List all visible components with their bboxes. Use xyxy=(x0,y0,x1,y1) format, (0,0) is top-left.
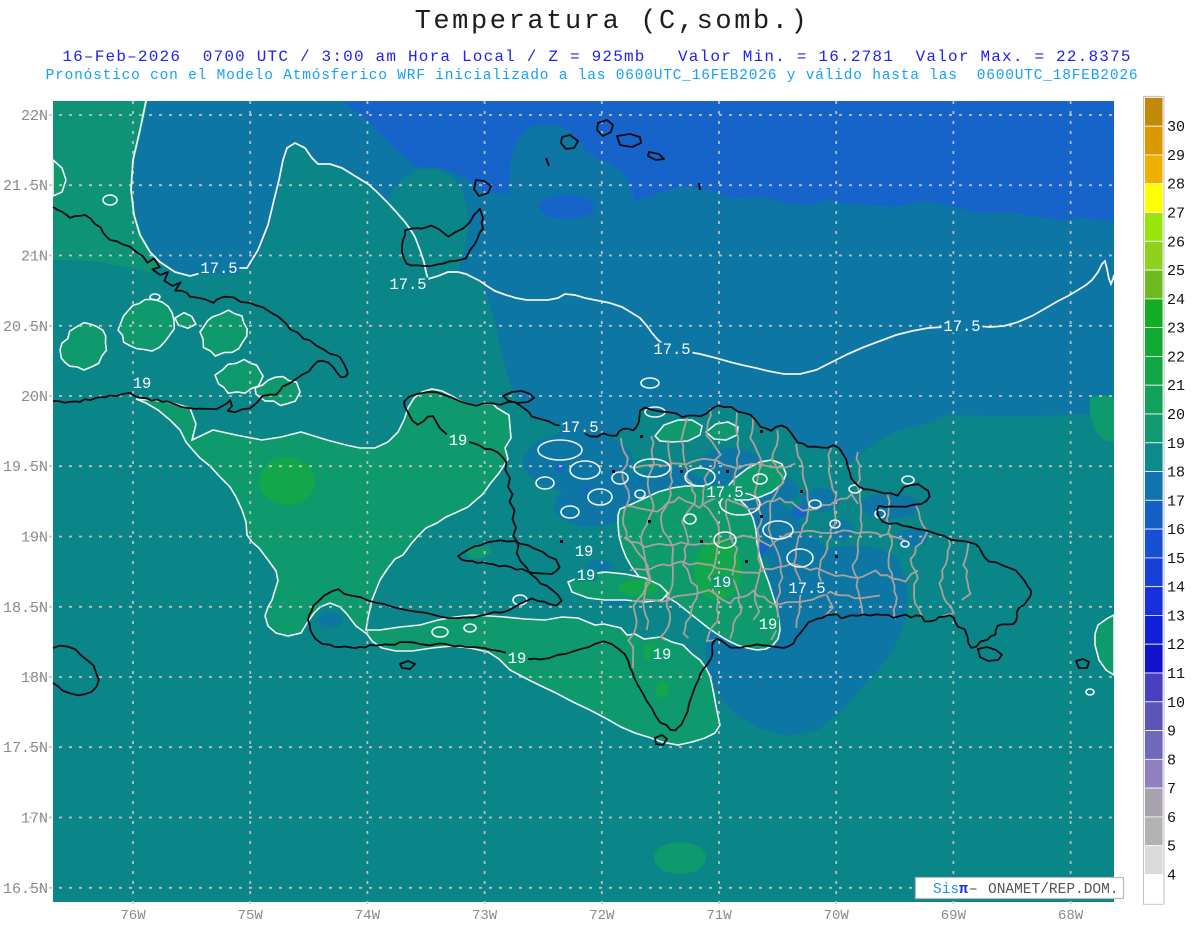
svg-text:18.5N: 18.5N xyxy=(3,600,48,617)
svg-text:17N: 17N xyxy=(21,811,48,828)
svg-text:17.5: 17.5 xyxy=(653,341,690,359)
svg-text:19: 19 xyxy=(653,646,672,664)
svg-text:74W: 74W xyxy=(355,908,381,924)
svg-text:21: 21 xyxy=(1167,378,1185,395)
svg-text:23: 23 xyxy=(1167,321,1185,338)
svg-text:16.5N: 16.5N xyxy=(3,881,48,898)
svg-text:72W: 72W xyxy=(589,908,615,924)
svg-text:π: π xyxy=(959,881,968,898)
svg-text:17.5: 17.5 xyxy=(200,260,237,278)
svg-text:19: 19 xyxy=(508,650,527,668)
svg-text:69W: 69W xyxy=(941,908,967,924)
svg-text:19: 19 xyxy=(1167,436,1185,453)
svg-text:19: 19 xyxy=(713,574,732,592)
svg-text:–: – xyxy=(969,882,978,898)
svg-text:17.5: 17.5 xyxy=(706,484,743,502)
svg-text:10: 10 xyxy=(1167,695,1185,712)
svg-text:19N: 19N xyxy=(21,530,48,547)
svg-text:20.5N: 20.5N xyxy=(3,319,48,336)
svg-text:13: 13 xyxy=(1167,608,1185,625)
svg-text:16–Feb–2026 0700 UTC / 3:00 a: 16–Feb–2026 0700 UTC / 3:00 am Hora Loca… xyxy=(62,48,1131,66)
svg-text:17.5: 17.5 xyxy=(561,419,598,437)
svg-text:17.5N: 17.5N xyxy=(3,740,48,757)
svg-text:8: 8 xyxy=(1167,752,1176,769)
svg-text:19: 19 xyxy=(133,375,152,393)
svg-text:28: 28 xyxy=(1167,177,1185,194)
svg-text:26: 26 xyxy=(1167,234,1185,251)
svg-text:73W: 73W xyxy=(472,908,498,924)
svg-text:11: 11 xyxy=(1167,666,1185,683)
svg-text:5: 5 xyxy=(1167,839,1176,856)
svg-text:9: 9 xyxy=(1167,724,1176,741)
svg-text:22N: 22N xyxy=(21,108,48,125)
svg-text:14: 14 xyxy=(1167,580,1185,597)
svg-text:19: 19 xyxy=(449,432,468,450)
svg-text:24: 24 xyxy=(1167,292,1185,309)
svg-text:16: 16 xyxy=(1167,522,1185,539)
svg-text:27: 27 xyxy=(1167,206,1185,223)
svg-text:68W: 68W xyxy=(1058,908,1084,924)
svg-text:18N: 18N xyxy=(21,670,48,687)
svg-text:17.5: 17.5 xyxy=(943,318,980,336)
svg-text:22: 22 xyxy=(1167,349,1185,366)
svg-text:ONAMET/REP.DOM.: ONAMET/REP.DOM. xyxy=(988,882,1119,898)
svg-text:21N: 21N xyxy=(21,249,48,266)
svg-text:18: 18 xyxy=(1167,465,1185,482)
svg-text:19.5N: 19.5N xyxy=(3,459,48,476)
svg-text:Sis: Sis xyxy=(933,882,959,898)
svg-text:75W: 75W xyxy=(238,908,264,924)
svg-text:12: 12 xyxy=(1167,637,1185,654)
svg-text:19: 19 xyxy=(575,543,594,561)
svg-text:Pronóstico con el Modelo Atmós: Pronóstico con el Modelo Atmósferico WRF… xyxy=(46,68,1139,84)
svg-text:4: 4 xyxy=(1167,868,1176,885)
svg-text:70W: 70W xyxy=(824,908,850,924)
svg-text:6: 6 xyxy=(1167,810,1176,827)
svg-text:71W: 71W xyxy=(706,908,732,924)
svg-text:17.5: 17.5 xyxy=(788,580,825,598)
svg-text:29: 29 xyxy=(1167,148,1185,165)
svg-text:76W: 76W xyxy=(120,908,146,924)
svg-text:17.5: 17.5 xyxy=(389,276,426,294)
svg-text:20: 20 xyxy=(1167,407,1185,424)
svg-text:19: 19 xyxy=(759,616,778,634)
svg-text:19: 19 xyxy=(577,567,596,585)
svg-text:30: 30 xyxy=(1167,119,1185,136)
svg-text:20N: 20N xyxy=(21,389,48,406)
svg-text:25: 25 xyxy=(1167,263,1185,280)
svg-text:Temperatura (C,somb.): Temperatura (C,somb.) xyxy=(415,7,810,37)
svg-text:7: 7 xyxy=(1167,781,1176,798)
svg-text:17: 17 xyxy=(1167,493,1185,510)
svg-text:21.5N: 21.5N xyxy=(3,178,48,195)
svg-text:15: 15 xyxy=(1167,551,1185,568)
